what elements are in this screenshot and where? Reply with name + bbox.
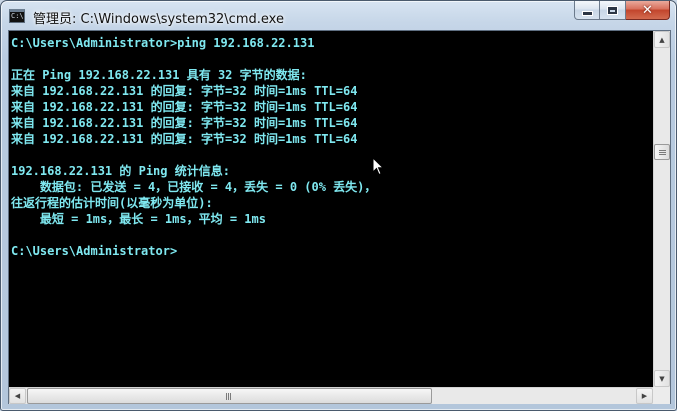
minimize-button[interactable] — [574, 1, 600, 20]
console-line: 最短 = 1ms，最长 = 1ms，平均 = 1ms — [11, 212, 266, 226]
console-prompt-line: C:\Users\Administrator> — [11, 244, 178, 258]
vertical-scroll-thumb[interactable] — [654, 144, 670, 160]
title-bar[interactable]: C:\ 管理员: C:\Windows\system32\cmd.exe ✕ — [1, 1, 676, 31]
arrow-down-icon: ▼ — [659, 374, 665, 383]
close-button[interactable]: ✕ — [626, 1, 670, 20]
console-line: 来自 192.168.22.131 的回复: 字节=32 时间=1ms TTL=… — [11, 116, 358, 130]
scrollbar-corner — [653, 387, 670, 404]
console-line: 来自 192.168.22.131 的回复: 字节=32 时间=1ms TTL=… — [11, 84, 358, 98]
scroll-right-button[interactable]: ▶ — [636, 388, 653, 404]
arrow-up-icon: ▲ — [659, 35, 665, 44]
console-line: 192.168.22.131 的 Ping 统计信息: — [11, 164, 230, 178]
grip-line — [230, 393, 231, 400]
grip-line — [226, 393, 227, 400]
console-line: 往返行程的估计时间(以毫秒为单位): — [11, 196, 213, 210]
scroll-down-button[interactable]: ▼ — [654, 370, 670, 387]
horizontal-scroll-thumb[interactable] — [27, 388, 432, 404]
cmd-icon[interactable]: C:\ — [9, 9, 25, 23]
console-line: C:\Users\Administrator>ping 192.168.22.1… — [11, 36, 315, 50]
console-client-area: C:\Users\Administrator>ping 192.168.22.1… — [8, 30, 671, 404]
console-lines: C:\Users\Administrator>ping 192.168.22.1… — [11, 35, 376, 259]
grip-line — [659, 152, 666, 153]
minimize-icon — [582, 11, 592, 15]
console-line: 正在 Ping 192.168.22.131 具有 32 字节的数据: — [11, 68, 307, 82]
mouse-pointer-icon — [372, 157, 384, 176]
maximize-button[interactable] — [600, 1, 626, 20]
scroll-left-button[interactable]: ◀ — [9, 388, 26, 404]
maximize-icon — [608, 6, 617, 14]
window-title: 管理员: C:\Windows\system32\cmd.exe — [33, 12, 284, 27]
scroll-up-button[interactable]: ▲ — [654, 31, 670, 48]
console-output[interactable]: C:\Users\Administrator>ping 192.168.22.1… — [9, 31, 653, 387]
close-icon: ✕ — [642, 2, 653, 18]
console-line: 数据包: 已发送 = 4，已接收 = 4，丢失 = 0 (0% 丢失)， — [11, 180, 377, 194]
arrow-left-icon: ◀ — [14, 392, 21, 400]
arrow-right-icon: ▶ — [641, 392, 648, 400]
cmd-window: C:\ 管理员: C:\Windows\system32\cmd.exe ✕ C… — [0, 0, 677, 411]
console-line: 来自 192.168.22.131 的回复: 字节=32 时间=1ms TTL=… — [11, 100, 358, 114]
horizontal-scrollbar[interactable]: ◀ ▶ — [9, 387, 653, 404]
caption-buttons: ✕ — [574, 1, 670, 20]
console-line: 来自 192.168.22.131 的回复: 字节=32 时间=1ms TTL=… — [11, 132, 358, 146]
grip-line — [659, 154, 666, 155]
grip-line — [228, 393, 229, 400]
grip-line — [659, 150, 666, 151]
vertical-scrollbar[interactable]: ▲ ▼ — [653, 31, 670, 387]
